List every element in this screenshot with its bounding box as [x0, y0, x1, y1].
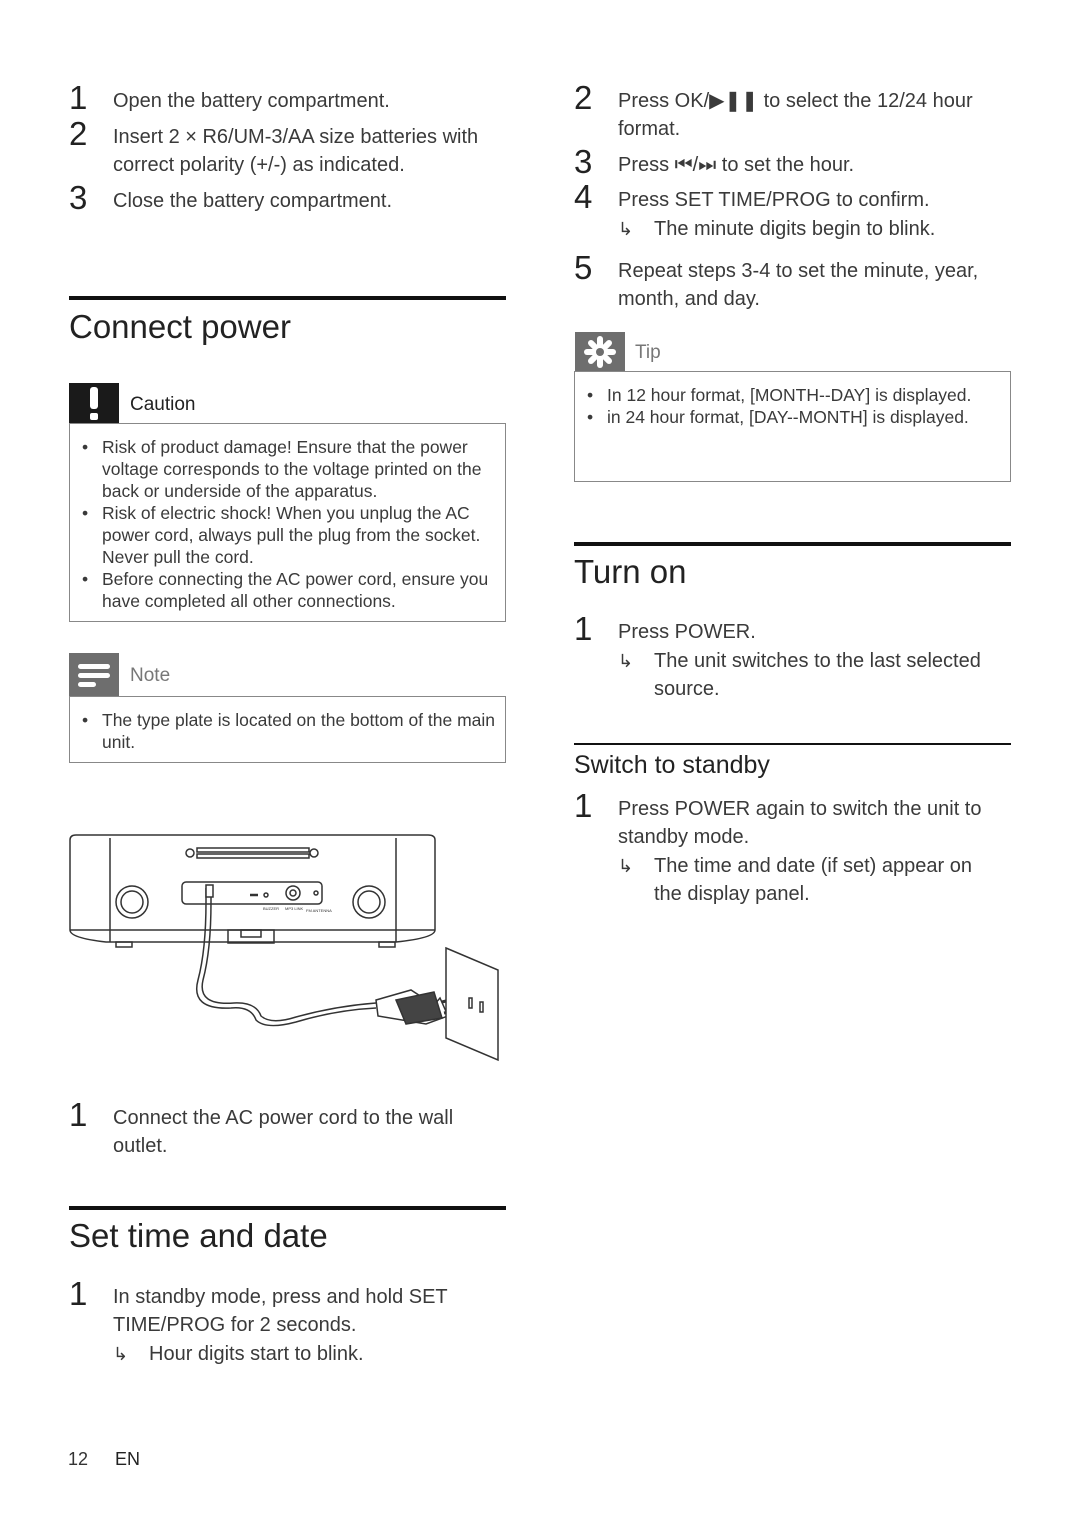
- result-arrow-icon: ↳: [618, 651, 634, 671]
- step-number: 1: [69, 1275, 88, 1312]
- result-arrow-icon: ↳: [618, 856, 634, 876]
- result-text: Hour digits start to blink.: [149, 1343, 364, 1365]
- step-number: 2: [69, 115, 88, 152]
- page-number: 12: [68, 1449, 89, 1469]
- caution-item: Before connecting the AC power cord, ens…: [70, 568, 498, 612]
- caution-item: Risk of product damage! Ensure that the …: [70, 436, 498, 502]
- step-number: 1: [69, 1096, 88, 1133]
- caution-box: Risk of product damage! Ensure that the …: [69, 423, 506, 622]
- caution-label: Caution: [130, 394, 196, 415]
- note-lines-icon: [69, 653, 119, 696]
- section-rule: [69, 296, 506, 300]
- mp3-link-label: MP3 LINK: [285, 906, 304, 911]
- fm-antenna-label: FM ANTENNA: [306, 908, 332, 913]
- section-title-connect-power: Connect power: [69, 308, 291, 345]
- step-text: Connect the AC power cord to the wall ou…: [113, 1107, 454, 1157]
- buzzer-label: BUZZER: [263, 906, 279, 911]
- section-title-standby: Switch to standby: [574, 751, 770, 779]
- result-arrow-icon: ↳: [618, 219, 634, 239]
- section-title-set-time: Set time and date: [69, 1217, 328, 1254]
- step-number: 1: [574, 787, 593, 824]
- caution-list: Risk of product damage! Ensure that the …: [70, 436, 498, 612]
- result-arrow-icon: ↳: [113, 1344, 129, 1364]
- note-box: The type plate is located on the bottom …: [69, 696, 506, 763]
- tip-item: In 12 hour format, [MONTH--DAY] is displ…: [575, 384, 975, 406]
- result-text: The time and date (if set) appear on the…: [654, 855, 972, 905]
- step-number: 3: [69, 179, 88, 216]
- step-text: Insert 2 × R6/UM-3/AA size batteries wit…: [113, 126, 479, 176]
- step-text: Open the battery compartment.: [113, 90, 390, 112]
- step-number: 1: [574, 610, 593, 647]
- tip-label: Tip: [635, 342, 661, 363]
- step-text: Press ⏮/⏭ to set the hour.: [618, 154, 855, 176]
- exclamation-icon: [69, 383, 119, 423]
- note-item: The type plate is located on the bottom …: [70, 709, 498, 753]
- step-number: 1: [69, 79, 88, 116]
- tip-item: in 24 hour format, [DAY--MONTH] is displ…: [575, 406, 975, 428]
- step-text: Close the battery compartment.: [113, 190, 393, 212]
- asterisk-icon: [575, 332, 625, 372]
- step-text: Press SET TIME/PROG to confirm.: [618, 189, 930, 211]
- step-text: In standby mode, press and hold SET TIME…: [113, 1286, 448, 1336]
- section-title-turn-on: Turn on: [574, 553, 687, 590]
- note-list: The type plate is located on the bottom …: [70, 709, 498, 753]
- subsection-rule: [574, 743, 1011, 745]
- caution-item: Risk of electric shock! When you unplug …: [70, 502, 498, 568]
- step-number: 3: [574, 143, 593, 180]
- step-text: Repeat steps 3-4 to set the minute, year…: [618, 260, 979, 310]
- step-text: Press POWER again to switch the unit to …: [618, 798, 982, 848]
- tip-box: In 12 hour format, [MONTH--DAY] is displ…: [574, 371, 1011, 482]
- step-text: Press POWER.: [618, 621, 756, 643]
- step-number: 5: [574, 249, 593, 286]
- step-number: 4: [574, 178, 593, 215]
- note-label: Note: [130, 665, 171, 686]
- section-rule: [69, 1206, 506, 1210]
- section-rule: [574, 542, 1011, 546]
- step-number: 2: [574, 79, 593, 116]
- result-text: The unit switches to the last selected s…: [654, 650, 981, 700]
- step-text: Press OK/▶❚❚ to select the 12/24 hour fo…: [618, 90, 973, 140]
- result-text: The minute digits begin to blink.: [654, 218, 936, 240]
- language-code: EN: [115, 1449, 141, 1469]
- tip-list: In 12 hour format, [MONTH--DAY] is displ…: [575, 384, 975, 428]
- power-connection-illustration: BUZZER MP3 LINK FM ANTENNA: [69, 834, 499, 1062]
